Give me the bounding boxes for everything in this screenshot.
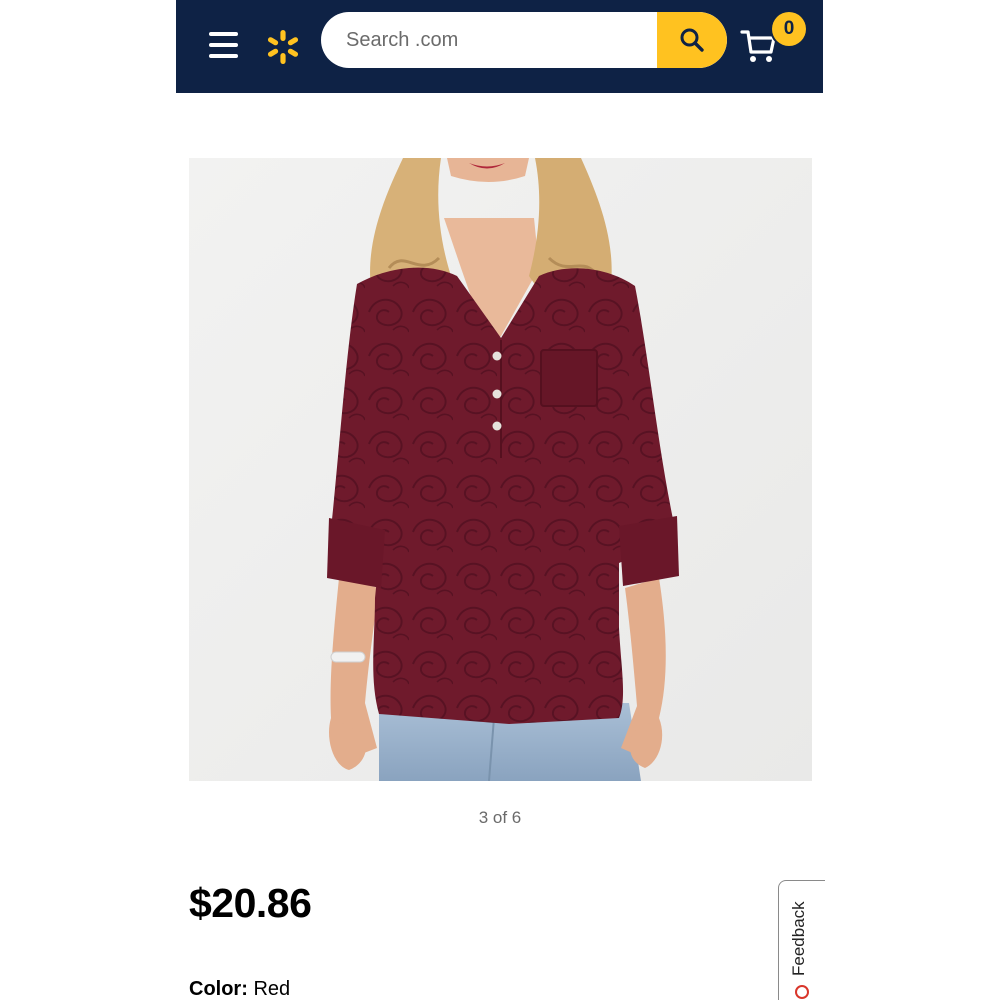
walmart-spark-icon[interactable] xyxy=(265,29,301,65)
feedback-button[interactable]: Feedback xyxy=(778,880,825,1000)
menu-button[interactable] xyxy=(206,28,240,62)
search-icon xyxy=(680,28,704,52)
color-value: Red xyxy=(253,978,291,1000)
cart-count-badge: 0 xyxy=(772,12,806,46)
product-image[interactable] xyxy=(189,158,812,781)
product-price: $20.86 xyxy=(189,880,312,926)
product-photo xyxy=(189,158,812,781)
search-button[interactable] xyxy=(657,12,727,68)
feedback-circle-icon xyxy=(795,985,809,999)
product-page: 0 xyxy=(0,0,1000,1000)
search-input[interactable] xyxy=(321,12,656,68)
search-bar xyxy=(321,12,727,68)
image-counter: 3 of 6 xyxy=(478,808,522,827)
hamburger-menu-icon xyxy=(209,32,238,36)
color-label: Color: xyxy=(189,978,248,1000)
color-selection: Color: Red xyxy=(189,978,290,1000)
feedback-label: Feedback xyxy=(789,901,808,976)
hamburger-menu-icon-bar xyxy=(209,43,238,47)
hamburger-menu-icon-bar xyxy=(209,54,238,58)
